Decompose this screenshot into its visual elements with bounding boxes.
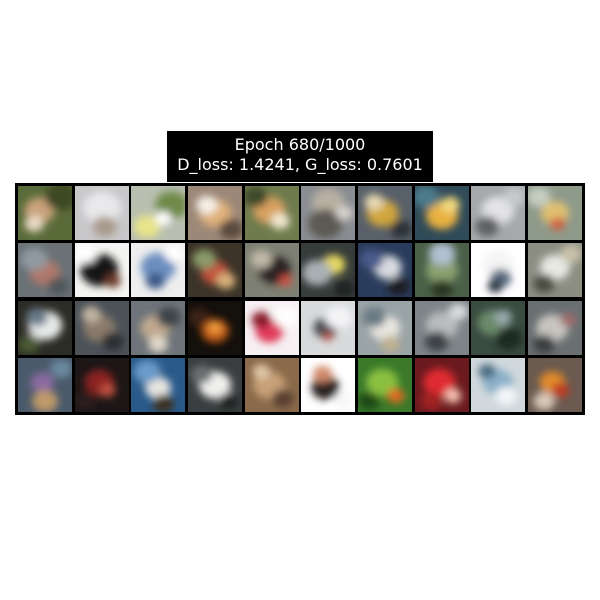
sample-image	[74, 300, 129, 355]
sample-image	[471, 357, 526, 412]
sample-tile	[131, 300, 186, 355]
sample-tile	[131, 357, 186, 412]
sample-tile	[301, 357, 356, 412]
sample-image	[244, 300, 299, 355]
sample-image	[131, 300, 186, 355]
sample-tile	[471, 243, 526, 298]
sample-tile	[301, 300, 356, 355]
sample-tile	[527, 357, 582, 412]
epoch-label: Epoch 680/1000	[234, 135, 366, 154]
sample-image	[74, 186, 129, 240]
sample-image	[18, 186, 72, 240]
sample-tile	[527, 300, 582, 355]
sample-image	[18, 357, 72, 412]
sample-image	[74, 357, 129, 412]
sample-image	[18, 243, 72, 298]
sample-tile	[471, 357, 526, 412]
sample-image	[414, 357, 469, 412]
sample-tile	[187, 243, 242, 298]
sample-image	[357, 243, 412, 298]
sample-tile	[18, 243, 72, 298]
sample-image	[471, 243, 526, 298]
sample-image	[357, 186, 412, 240]
sample-tile	[357, 300, 412, 355]
sample-image	[187, 357, 242, 412]
sample-image	[301, 186, 356, 240]
sample-image	[414, 186, 469, 240]
sample-image	[414, 243, 469, 298]
sample-tile	[357, 186, 412, 240]
sample-tile	[18, 186, 72, 240]
sample-tile	[471, 186, 526, 240]
sample-tile	[527, 186, 582, 240]
figure: Epoch 680/1000 D_loss: 1.4241, G_loss: 0…	[0, 0, 600, 600]
sample-image	[131, 243, 186, 298]
sample-grid-frame	[15, 183, 585, 415]
sample-tile	[244, 243, 299, 298]
sample-tile	[244, 357, 299, 412]
sample-tile	[301, 186, 356, 240]
sample-image	[471, 300, 526, 355]
sample-image	[244, 186, 299, 240]
sample-tile	[18, 300, 72, 355]
sample-tile	[18, 357, 72, 412]
sample-tile	[74, 357, 129, 412]
sample-tile	[74, 300, 129, 355]
sample-tile	[357, 243, 412, 298]
sample-image	[527, 357, 582, 412]
sample-image	[187, 300, 242, 355]
sample-image	[244, 357, 299, 412]
sample-image	[357, 300, 412, 355]
sample-tile	[414, 300, 469, 355]
sample-tile	[131, 243, 186, 298]
loss-label: D_loss: 1.4241, G_loss: 0.7601	[177, 155, 423, 174]
sample-image	[301, 300, 356, 355]
sample-tile	[187, 357, 242, 412]
sample-image	[131, 186, 186, 240]
sample-image	[187, 186, 242, 240]
sample-image	[74, 243, 129, 298]
sample-image	[414, 300, 469, 355]
sample-tile	[244, 186, 299, 240]
sample-image	[301, 243, 356, 298]
sample-tile	[527, 243, 582, 298]
sample-tile	[471, 300, 526, 355]
sample-tile	[414, 243, 469, 298]
sample-image	[471, 186, 526, 240]
sample-tile	[357, 357, 412, 412]
sample-tile	[301, 243, 356, 298]
sample-tile	[187, 300, 242, 355]
sample-image	[527, 243, 582, 298]
sample-image	[18, 300, 72, 355]
sample-tile	[414, 186, 469, 240]
sample-tile	[74, 243, 129, 298]
sample-image	[301, 357, 356, 412]
sample-image	[357, 357, 412, 412]
sample-image	[527, 186, 582, 240]
sample-tile	[187, 186, 242, 240]
sample-image	[187, 243, 242, 298]
sample-tile	[414, 357, 469, 412]
sample-tile	[74, 186, 129, 240]
figure-title: Epoch 680/1000 D_loss: 1.4241, G_loss: 0…	[167, 131, 433, 182]
sample-image	[244, 243, 299, 298]
sample-image	[131, 357, 186, 412]
sample-image	[527, 300, 582, 355]
sample-tile	[244, 300, 299, 355]
sample-tile	[131, 186, 186, 240]
sample-grid	[18, 186, 582, 412]
